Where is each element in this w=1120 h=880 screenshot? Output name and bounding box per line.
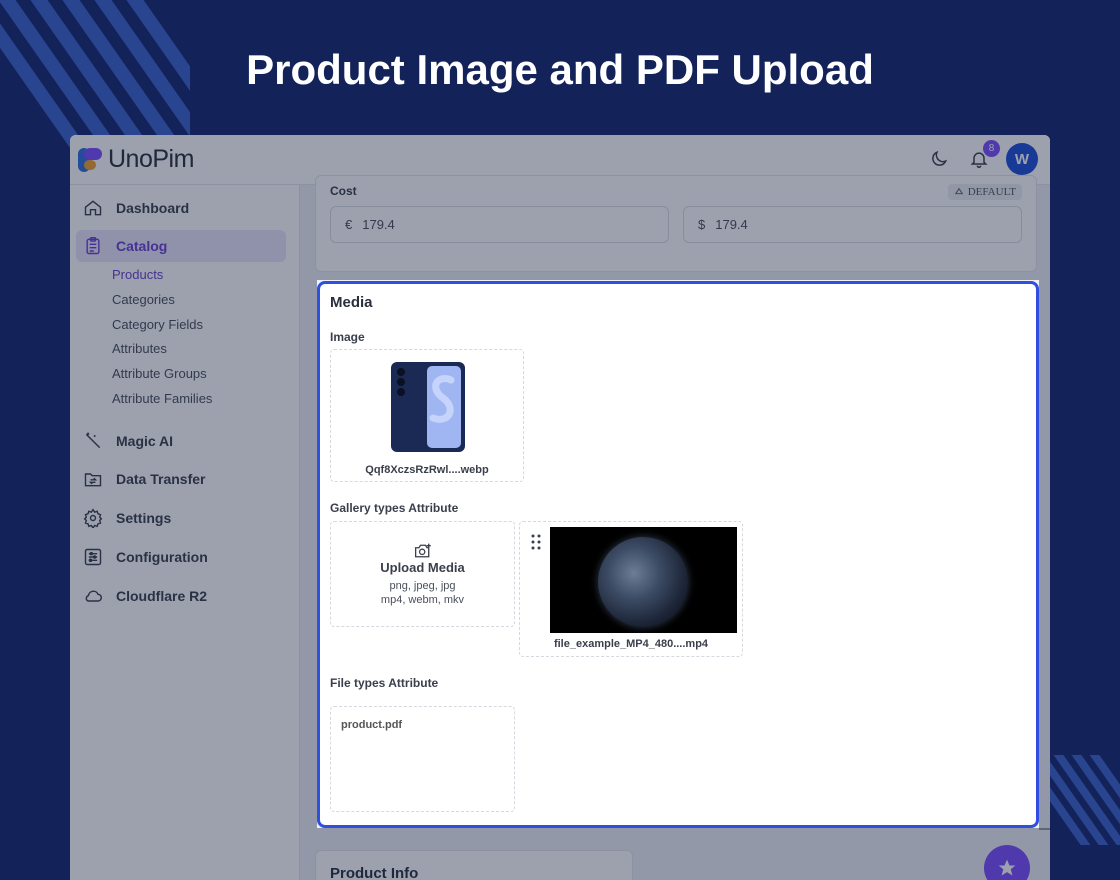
banner-title: Product Image and PDF Upload bbox=[246, 46, 874, 93]
upload-media-dropzone[interactable]: Upload Media png, jpeg, jpg mp4, webm, m… bbox=[330, 521, 515, 627]
video-thumbnail bbox=[550, 527, 737, 633]
image-upload-box[interactable]: Qqf8XczsRzRwl....webp bbox=[330, 349, 524, 482]
dim-overlay bbox=[317, 828, 1050, 880]
product-phone-image bbox=[391, 362, 465, 452]
video-filename: file_example_MP4_480....mp4 bbox=[553, 638, 709, 650]
image-label: Image bbox=[330, 330, 365, 344]
dim-overlay bbox=[70, 280, 317, 880]
upload-formats-images: png, jpeg, jpg bbox=[389, 580, 456, 592]
pdf-filename: product.pdf bbox=[341, 719, 403, 731]
gallery-video-item[interactable]: file_example_MP4_480....mp4 bbox=[519, 521, 743, 657]
upload-formats-videos: mp4, webm, mkv bbox=[380, 594, 465, 606]
gallery-label: Gallery types Attribute bbox=[330, 501, 459, 515]
camera-plus-icon bbox=[414, 543, 431, 558]
file-types-label: File types Attribute bbox=[330, 676, 439, 690]
media-title: Media bbox=[330, 294, 373, 311]
dim-overlay bbox=[70, 135, 1050, 280]
dim-overlay bbox=[1039, 280, 1050, 830]
upload-media-title: Upload Media bbox=[380, 560, 465, 575]
media-card: Media Image Qqf8XczsRzRwl....webp Galler… bbox=[317, 281, 1039, 828]
image-filename: Qqf8XczsRzRwl....webp bbox=[365, 464, 489, 476]
pdf-file-box[interactable]: product.pdf bbox=[330, 706, 515, 812]
drag-handle-icon[interactable] bbox=[530, 534, 542, 550]
